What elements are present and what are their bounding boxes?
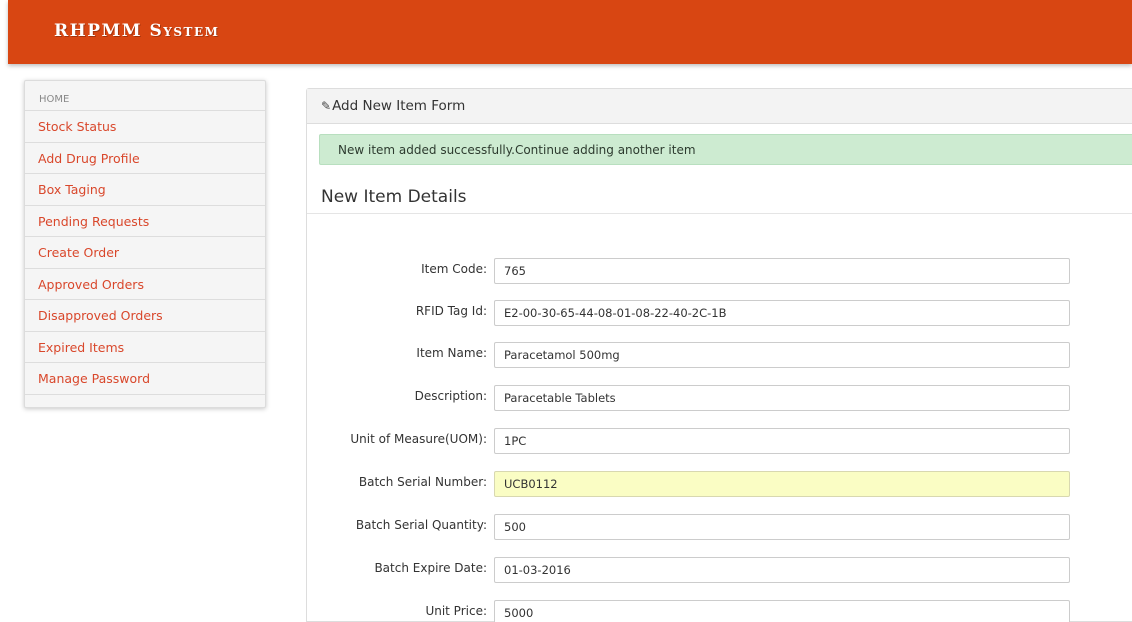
sidebar-item-create-order[interactable]: Create Order bbox=[25, 237, 265, 269]
success-alert: New item added successfully.Continue add… bbox=[319, 134, 1132, 165]
sidebar-item-add-drug-profile[interactable]: Add Drug Profile bbox=[25, 143, 265, 174]
section-title: New Item Details bbox=[321, 187, 467, 207]
panel-header: ✎Add New Item Form bbox=[307, 89, 1132, 124]
brand-title[interactable]: RHPMM System bbox=[54, 21, 219, 41]
rfid-tag-input[interactable] bbox=[494, 300, 1070, 326]
description-input[interactable] bbox=[494, 385, 1070, 411]
form-row-description: Description: bbox=[307, 385, 1132, 411]
edit-icon: ✎ bbox=[321, 99, 332, 113]
item-name-label: Item Name: bbox=[416, 346, 487, 360]
section-divider bbox=[307, 213, 1132, 214]
description-label: Description: bbox=[414, 389, 487, 403]
sidebar-item-box-taging[interactable]: Box Taging bbox=[25, 174, 265, 206]
add-item-panel: ✎Add New Item Form New item added succes… bbox=[306, 88, 1132, 622]
form-row-rfid: RFID Tag Id: bbox=[307, 300, 1132, 326]
unit-price-input[interactable] bbox=[494, 600, 1070, 622]
batch-serial-quantity-label: Batch Serial Quantity: bbox=[355, 518, 487, 532]
panel-title: Add New Item Form bbox=[332, 98, 466, 114]
rfid-tag-label: RFID Tag Id: bbox=[415, 304, 487, 318]
form-row-batch-expire-date: Batch Expire Date: bbox=[307, 557, 1132, 583]
sidebar-home[interactable]: HOME bbox=[25, 81, 265, 111]
form-row-item-name: Item Name: bbox=[307, 342, 1132, 368]
item-name-input[interactable] bbox=[494, 342, 1070, 368]
sidebar-item-manage-password[interactable]: Manage Password bbox=[25, 363, 265, 395]
item-code-label: Item Code: bbox=[421, 262, 487, 276]
uom-label: Unit of Measure(UOM): bbox=[350, 432, 487, 446]
unit-price-label: Unit Price: bbox=[425, 604, 487, 618]
batch-serial-quantity-input[interactable] bbox=[494, 514, 1070, 540]
form-row-item-code: Item Code: bbox=[307, 258, 1132, 284]
form-row-batch-serial-quantity: Batch Serial Quantity: bbox=[307, 514, 1132, 540]
sidebar-item-disapproved-orders[interactable]: Disapproved Orders bbox=[25, 300, 265, 332]
top-header-bar: RHPMM System bbox=[8, 0, 1132, 64]
sidebar-item-approved-orders[interactable]: Approved Orders bbox=[25, 269, 265, 300]
batch-serial-number-input[interactable] bbox=[494, 471, 1070, 497]
sidebar-item-expired-items[interactable]: Expired Items bbox=[25, 332, 265, 363]
form-row-uom: Unit of Measure(UOM): bbox=[307, 428, 1132, 454]
form-row-batch-serial-number: Batch Serial Number: bbox=[307, 471, 1132, 497]
sidebar-nav: HOME Stock Status Add Drug Profile Box T… bbox=[24, 80, 266, 408]
batch-expire-date-input[interactable] bbox=[494, 557, 1070, 583]
item-code-input[interactable] bbox=[494, 258, 1070, 284]
sidebar-item-stock-status[interactable]: Stock Status bbox=[25, 111, 265, 143]
uom-input[interactable] bbox=[494, 428, 1070, 454]
batch-serial-number-label: Batch Serial Number: bbox=[358, 475, 487, 489]
batch-expire-date-label: Batch Expire Date: bbox=[374, 561, 487, 575]
form-row-unit-price: Unit Price: bbox=[307, 600, 1132, 622]
sidebar-item-pending-requests[interactable]: Pending Requests bbox=[25, 206, 265, 237]
